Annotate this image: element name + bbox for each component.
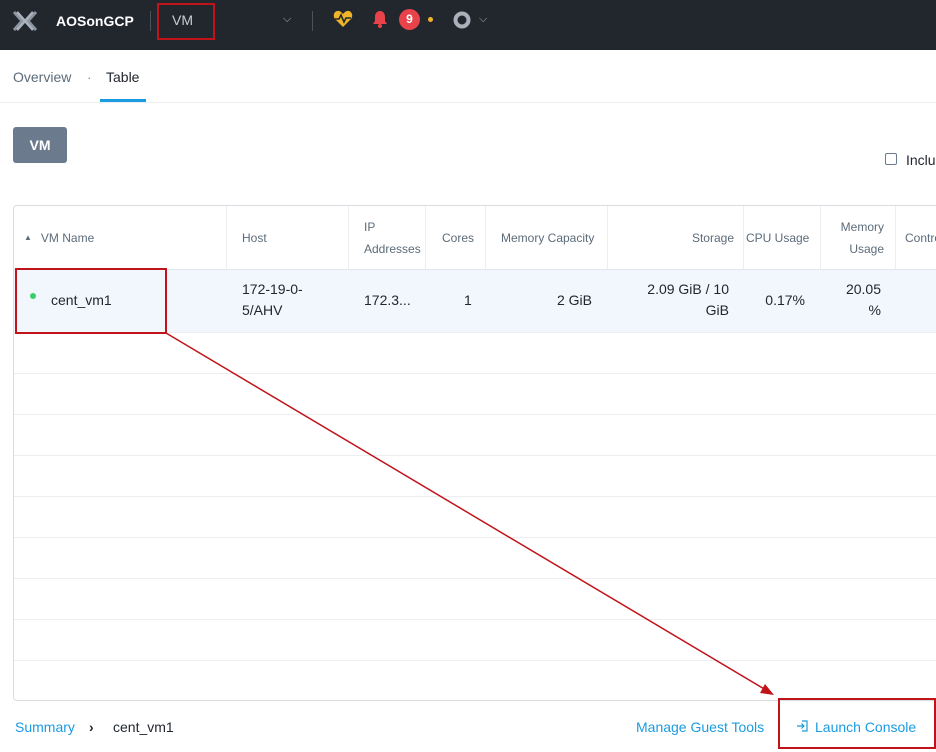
storage-cell: 2.09 GiB / 10 GiB (614, 279, 729, 321)
row-divider (14, 496, 936, 497)
row-divider (14, 537, 936, 538)
header-label: Storage (691, 230, 734, 245)
health-heart-icon[interactable] (333, 10, 353, 28)
alert-count-badge[interactable]: 9 (399, 9, 420, 30)
annotation-box-vm-row (15, 268, 167, 334)
tab-table[interactable]: Table (106, 69, 139, 85)
row-divider (14, 373, 936, 374)
header-label: IP (364, 219, 376, 234)
tabs-divider (0, 102, 936, 103)
column-header-memory-capacity[interactable]: Memory Capacity (501, 206, 611, 269)
column-divider (743, 206, 744, 269)
column-divider (820, 206, 821, 269)
host-line: 172-19-0- (242, 281, 303, 297)
chevron-down-icon[interactable]: ⌵ (479, 13, 487, 26)
column-header-storage[interactable]: Storage (614, 206, 734, 269)
bell-icon[interactable] (372, 10, 388, 28)
row-divider (14, 619, 936, 620)
memory-capacity-cell: 2 GiB (556, 292, 592, 308)
column-header-host[interactable]: Host (242, 206, 342, 269)
memory-usage-line: 20.05 (845, 281, 881, 297)
tab-separator: · (87, 69, 92, 85)
column-divider (607, 206, 608, 269)
cluster-name[interactable]: AOSonGCP (56, 13, 134, 29)
chevron-down-icon[interactable]: ⌵ (283, 13, 291, 26)
column-divider (485, 206, 486, 269)
warning-dot-icon (428, 17, 433, 22)
header-label: Memory Capacity (501, 230, 595, 245)
row-divider (14, 455, 936, 456)
sort-ascending-icon[interactable]: ▲ (24, 233, 32, 242)
cpu-usage-cell: 0.17% (765, 292, 805, 308)
column-divider (895, 206, 896, 269)
column-divider (348, 206, 349, 269)
breadcrumb-summary-link[interactable]: Summary (15, 719, 75, 735)
x-logo-icon[interactable] (12, 10, 38, 32)
column-header-controller[interactable]: Contro (905, 206, 936, 269)
divider (312, 11, 313, 31)
ip-cell: 172.3... (364, 292, 411, 308)
vm-button[interactable]: VM (13, 127, 67, 163)
annotation-box-launch-console (778, 698, 936, 749)
column-header-memory-usage[interactable]: Memory Usage (824, 206, 884, 269)
annotation-box-entity (157, 3, 215, 40)
column-header-ip-addresses[interactable]: IP Addresses (364, 206, 438, 269)
manage-guest-tools-link[interactable]: Manage Guest Tools (636, 719, 764, 735)
top-navigation-bar: AOSonGCP VM ⌵ 9 ⌵ (0, 0, 936, 50)
cores-cell: 1 (464, 292, 472, 308)
memory-usage-line: % (868, 302, 881, 318)
column-header-vm-name[interactable]: ▲ VM Name (24, 206, 224, 269)
row-divider (14, 414, 936, 415)
header-label: Usage (849, 241, 884, 256)
header-label: Host (242, 230, 267, 245)
chevron-right-icon: › (89, 719, 94, 735)
host-cell: 172-19-0- 5/AHV (242, 279, 303, 321)
column-divider (425, 206, 426, 269)
user-ring-icon[interactable] (453, 11, 471, 29)
memory-usage-cell: 20.05 % (824, 279, 881, 321)
header-label: Contro (905, 230, 936, 245)
host-line: 5/AHV (242, 302, 283, 318)
row-divider (14, 578, 936, 579)
include-checkbox[interactable] (885, 153, 897, 165)
breadcrumb-selected-vm: cent_vm1 (113, 719, 174, 735)
header-label: VM Name (40, 230, 95, 245)
divider (150, 11, 151, 31)
storage-line: 2.09 GiB / 10 (647, 281, 729, 297)
header-label: Cores (442, 230, 475, 245)
header-label: CPU Usage (746, 230, 810, 245)
column-header-cpu-usage[interactable]: CPU Usage (746, 206, 816, 269)
row-divider (14, 660, 936, 661)
include-label: Inclu (906, 152, 936, 168)
column-header-cores[interactable]: Cores (442, 206, 488, 269)
column-divider (226, 206, 227, 269)
header-label: Memory (840, 219, 884, 234)
tab-overview[interactable]: Overview (13, 69, 71, 85)
header-label: Addresses (364, 241, 421, 256)
storage-line: GiB (705, 302, 729, 318)
